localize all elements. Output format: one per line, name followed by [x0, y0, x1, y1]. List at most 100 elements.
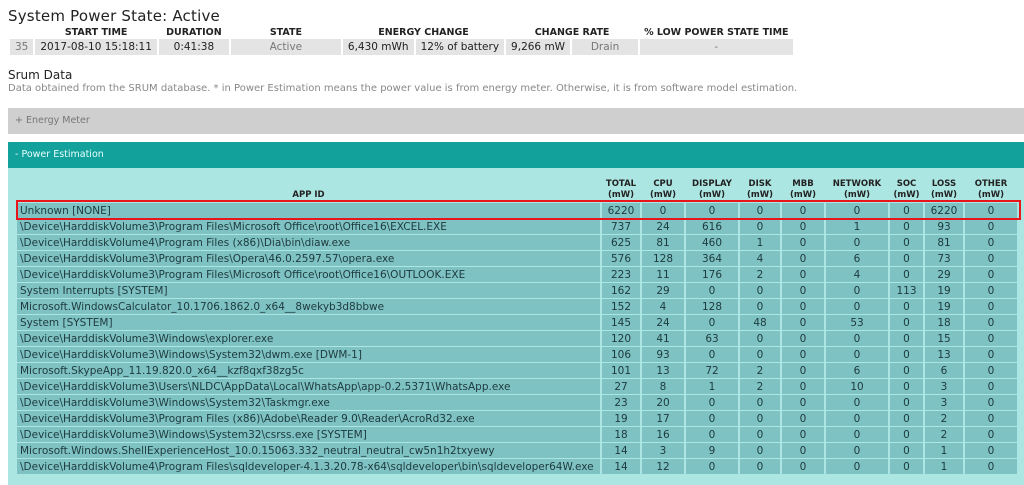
table-row: \Device\HarddiskVolume4\Program Files (x… — [17, 235, 1017, 250]
value-cell: 0 — [686, 203, 738, 218]
value-cell: 0 — [782, 443, 824, 458]
col-energy-change: ENERGY CHANGE — [378, 26, 469, 38]
value-cell: 19 — [602, 411, 640, 426]
power-col-header-name: OTHER — [974, 179, 1008, 189]
value-cell: 0 — [890, 331, 923, 346]
value-cell: 3 — [642, 443, 684, 458]
value-cell: 0 — [890, 267, 923, 282]
value-cell: 128 — [642, 251, 684, 266]
value-cell: 10 — [826, 379, 888, 394]
power-col-header: CPU (mW) — [642, 177, 684, 202]
value-cell: 0 — [965, 203, 1017, 218]
value-cell: 0 — [890, 203, 923, 218]
value-cell: 0 — [965, 379, 1017, 394]
value-cell: 6 — [826, 363, 888, 378]
value-cell: 14 — [602, 443, 640, 458]
value-cell: 15 — [925, 331, 963, 346]
power-col-header-name: APP ID — [292, 190, 325, 200]
state-low-power: - — [640, 39, 793, 55]
app-id-cell: \Device\HarddiskVolume3\Users\NLDC\AppDa… — [17, 379, 600, 394]
value-cell: 9 — [686, 443, 738, 458]
energy-meter-toggle[interactable]: + Energy Meter — [8, 108, 1024, 134]
value-cell: 625 — [602, 235, 640, 250]
power-col-header-name: TOTAL — [605, 179, 637, 189]
power-col-header-unit: (mW) — [893, 190, 920, 200]
app-id-cell: Microsoft.Windows.ShellExperienceHost_10… — [17, 443, 600, 458]
power-estimation-panel: APP ID TOTAL (mW) CPU (mW) DISPLAY (mW) DISK (mW… — [8, 168, 1024, 485]
state-state: Active — [230, 39, 341, 55]
power-col-header-unit: (mW) — [930, 190, 957, 200]
value-cell: 27 — [602, 379, 640, 394]
value-cell: 0 — [642, 203, 684, 218]
app-id-cell: \Device\HarddiskVolume3\Program Files (x… — [17, 411, 600, 426]
value-cell: 0 — [965, 219, 1017, 234]
table-row: \Device\HarddiskVolume3\Program Files (x… — [17, 411, 1017, 426]
app-id-cell: \Device\HarddiskVolume3\Windows\System32… — [17, 395, 600, 410]
state-rate: 9,266 mW — [506, 39, 571, 55]
value-cell: 0 — [740, 395, 780, 410]
value-cell: 4 — [826, 267, 888, 282]
value-cell: 1 — [686, 379, 738, 394]
value-cell: 0 — [890, 363, 923, 378]
value-cell: 81 — [642, 235, 684, 250]
value-cell: 0 — [890, 315, 923, 330]
value-cell: 48 — [740, 315, 780, 330]
table-row: \Device\HarddiskVolume3\Windows\System32… — [17, 427, 1017, 442]
power-col-header-name: DISPLAY — [692, 179, 732, 189]
value-cell: 0 — [890, 411, 923, 426]
value-cell: 3 — [925, 395, 963, 410]
state-energy-mwh: 6,430 mWh — [342, 39, 414, 55]
table-row: \Device\HarddiskVolume3\Windows\explorer… — [17, 331, 1017, 346]
power-col-header: MBB (mW) — [782, 177, 824, 202]
table-row: \Device\HarddiskVolume3\Users\NLDC\AppDa… — [17, 379, 1017, 394]
value-cell: 0 — [740, 203, 780, 218]
value-cell: 0 — [740, 347, 780, 362]
value-cell: 13 — [925, 347, 963, 362]
value-cell: 0 — [965, 459, 1017, 474]
value-cell: 616 — [686, 219, 738, 234]
value-cell: 0 — [782, 427, 824, 442]
value-cell: 0 — [826, 235, 888, 250]
power-col-header: OTHER (mW) — [965, 177, 1017, 202]
power-col-header-unit: (mW) — [607, 190, 634, 200]
value-cell: 2 — [740, 267, 780, 282]
app-id-cell: Microsoft.SkypeApp_11.19.820.0_x64__kzf8… — [17, 363, 600, 378]
table-row: Unknown [NONE] 6220 0 0 0 0 0 0 6220 0 — [17, 203, 1017, 218]
value-cell: 0 — [826, 283, 888, 298]
value-cell: 8 — [642, 379, 684, 394]
col-state: STATE — [269, 26, 302, 38]
value-cell: 12 — [642, 459, 684, 474]
value-cell: 0 — [890, 219, 923, 234]
state-rate-type: Drain — [572, 39, 639, 55]
value-cell: 1 — [740, 235, 780, 250]
value-cell: 20 — [642, 395, 684, 410]
power-col-header-unit: (mW) — [977, 190, 1004, 200]
value-cell: 6 — [826, 251, 888, 266]
value-cell: 152 — [602, 299, 640, 314]
value-cell: 0 — [826, 459, 888, 474]
value-cell: 0 — [686, 459, 738, 474]
power-estimation-toggle[interactable]: - Power Estimation — [8, 142, 1024, 168]
value-cell: 0 — [890, 459, 923, 474]
value-cell: 4 — [740, 251, 780, 266]
col-duration: DURATION — [166, 26, 222, 38]
value-cell: 0 — [826, 347, 888, 362]
value-cell: 0 — [965, 283, 1017, 298]
value-cell: 2 — [740, 379, 780, 394]
value-cell: 23 — [602, 395, 640, 410]
value-cell: 16 — [642, 427, 684, 442]
value-cell: 0 — [965, 251, 1017, 266]
value-cell: 19 — [925, 283, 963, 298]
power-col-header-unit: (mW) — [746, 190, 773, 200]
value-cell: 2 — [925, 427, 963, 442]
power-col-header-name: SOC — [896, 179, 917, 189]
power-estimation-table: APP ID TOTAL (mW) CPU (mW) DISPLAY (mW) DISK (mW… — [15, 176, 1019, 475]
value-cell: 0 — [826, 331, 888, 346]
value-cell: 18 — [925, 315, 963, 330]
state-row: 35 2017-08-10 15:18:11 0:41:38 Active 6,… — [10, 39, 793, 55]
power-col-header: DISK (mW) — [740, 177, 780, 202]
value-cell: 0 — [965, 395, 1017, 410]
value-cell: 93 — [925, 219, 963, 234]
power-col-header-name: MBB — [792, 179, 814, 189]
value-cell: 0 — [782, 331, 824, 346]
